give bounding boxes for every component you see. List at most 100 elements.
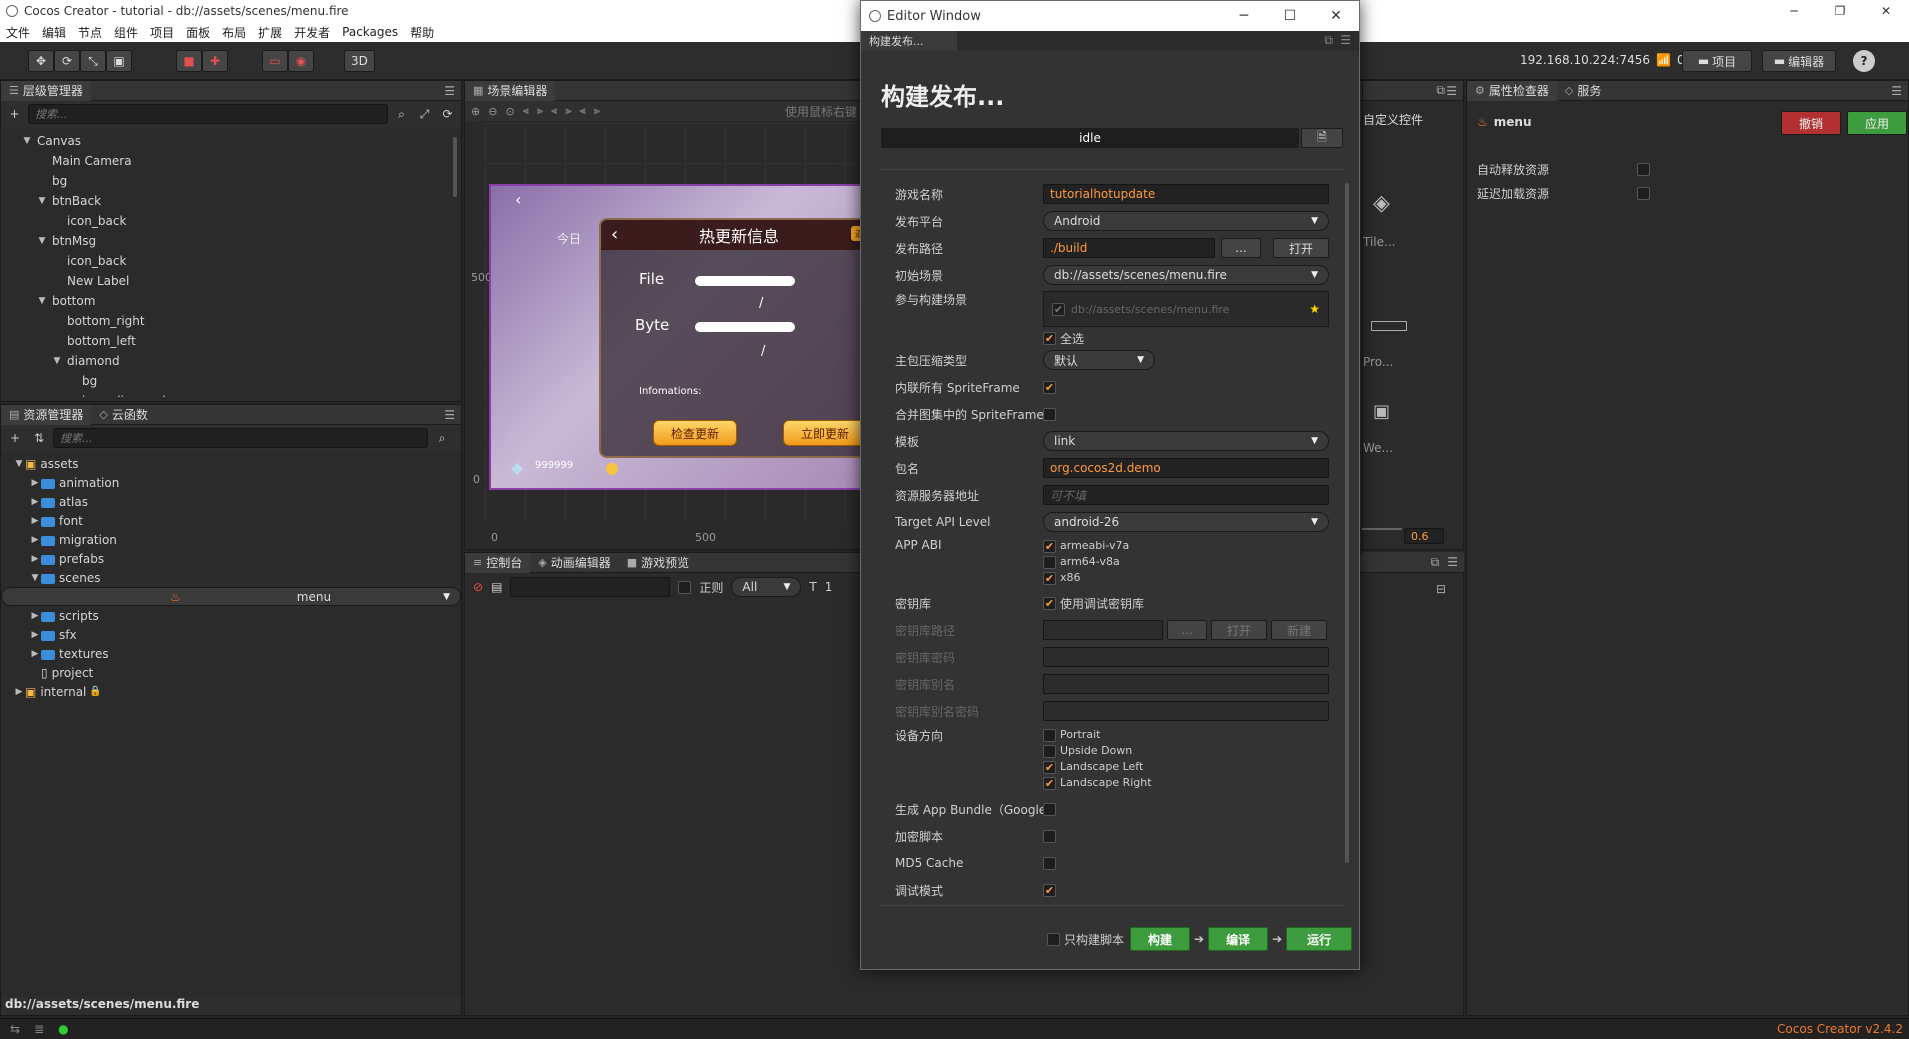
regex-checkbox[interactable] (678, 580, 692, 594)
expand-arrow-icon[interactable]: ▶ (29, 530, 41, 550)
expand-arrow-icon[interactable]: ▼ (36, 291, 48, 311)
hierarchy-node[interactable]: bg (1, 171, 461, 191)
panel-menu-icon[interactable]: ☰ (1447, 555, 1458, 569)
open-project-button[interactable]: ▬ 项目 (1682, 50, 1752, 72)
align-center-icon[interactable]: ⫸ (537, 104, 543, 118)
hierarchy-node[interactable]: bottom_right (1, 311, 461, 331)
move-tool-button[interactable]: ✥ (28, 50, 54, 72)
panel-menu-icon[interactable]: ☰ (444, 408, 455, 422)
expand-arrow-icon[interactable]: ▶ (29, 549, 41, 569)
console-filter-input[interactable] (510, 577, 671, 597)
asset-item[interactable]: ▯ project (1, 663, 461, 682)
maximize-icon[interactable]: ☐ (1267, 8, 1313, 24)
hierarchy-node[interactable]: ▼ bottom (1, 291, 461, 311)
refresh-icon[interactable]: ⟳ (438, 104, 457, 124)
slider-value[interactable]: 0.6 (1404, 528, 1444, 544)
hierarchy-scrollbar[interactable] (453, 137, 457, 197)
rect-tool-button[interactable]: ▣ (106, 50, 132, 72)
minimize-icon[interactable]: ─ (1771, 4, 1817, 18)
menu-item[interactable]: 帮助 (410, 24, 434, 41)
console-collapse-icon[interactable]: ⊟ (1436, 582, 1446, 596)
hierarchy-node[interactable]: bottom_left (1, 331, 461, 351)
tab-console[interactable]: ≡ 控制台 (465, 552, 531, 573)
pivot-toggle-button[interactable]: ■ (176, 50, 202, 72)
canvas-back-icon[interactable]: ‹ (515, 190, 521, 209)
expand-arrow-icon[interactable]: ▶ (29, 625, 41, 645)
asset-item[interactable]: ▶ textures (1, 644, 461, 663)
hierarchy-search-input[interactable]: 搜索... (28, 104, 388, 124)
panel-menu-icon[interactable]: ☰ (1446, 84, 1457, 98)
abi-checkbox[interactable] (1043, 571, 1056, 585)
asset-item[interactable]: ▶ migration (1, 530, 461, 549)
align-right-icon[interactable]: ⫷ (551, 104, 557, 118)
menu-item[interactable]: 节点 (78, 24, 102, 41)
build-button[interactable]: 构建 (1130, 927, 1191, 951)
restore-icon[interactable]: ❐ (1817, 4, 1863, 18)
start-scene-select[interactable]: db://assets/scenes/menu.fire (1043, 265, 1329, 285)
run-button[interactable]: 运行 (1286, 927, 1353, 951)
minimize-icon[interactable]: ─ (1221, 8, 1267, 24)
app-bundle-checkbox[interactable] (1043, 802, 1056, 816)
menu-item[interactable]: 扩展 (258, 24, 282, 41)
dialog-back-icon[interactable]: ‹ (611, 224, 618, 245)
search-icon[interactable]: ⌕ (392, 104, 411, 124)
expand-arrow-icon[interactable]: ▶ (29, 473, 41, 493)
game-canvas[interactable]: ‹ 今日 ‹ 热更新信息 返回 File / Byte / Infomation… (489, 184, 865, 490)
help-icon[interactable]: ? (1853, 50, 1875, 72)
expand-arrow-icon[interactable]: ▶ (29, 606, 41, 626)
asset-item[interactable]: ♨ menu (1, 587, 461, 606)
zoom-out-icon[interactable]: ⊖ (488, 105, 497, 118)
hierarchy-node[interactable]: ▼ btnMsg (1, 231, 461, 251)
orientation-checkbox[interactable] (1043, 744, 1056, 758)
menu-item[interactable]: 面板 (186, 24, 210, 41)
platform-select[interactable]: Android (1043, 211, 1329, 231)
debug-mode-checkbox[interactable] (1043, 883, 1056, 897)
expand-arrow-icon[interactable]: ▼ (21, 131, 33, 151)
revert-button[interactable]: 撤销 (1781, 111, 1841, 135)
menu-item[interactable]: 编辑 (42, 24, 66, 41)
locate-icon[interactable]: ⤢ (415, 104, 434, 124)
panel-menu-icon[interactable]: ☰ (1891, 84, 1902, 98)
align-top-icon[interactable]: ⫸ (565, 104, 571, 118)
build-path-input[interactable]: ./build (1043, 238, 1215, 258)
abi-checkbox[interactable] (1043, 555, 1056, 569)
sync-icon[interactable]: ⇆ (10, 1022, 20, 1036)
add-asset-icon[interactable]: + (5, 428, 25, 448)
web-widget-icon[interactable]: ▣ (1373, 401, 1390, 422)
asset-item[interactable]: ▶ sfx (1, 625, 461, 644)
open-editor-button[interactable]: ▬ 编辑器 (1762, 50, 1836, 72)
hierarchy-node[interactable]: ▼ btnBack (1, 191, 461, 211)
tab-game-preview[interactable]: ■ 游戏预览 (619, 553, 697, 573)
update-now-button[interactable]: 立即更新 (783, 420, 863, 446)
align-middle-icon[interactable]: ⫷ (580, 104, 586, 118)
add-node-icon[interactable]: + (5, 104, 24, 124)
inline-spriteframe-checkbox[interactable] (1043, 380, 1056, 394)
package-input[interactable]: org.cocos2d.demo (1043, 458, 1329, 478)
zoom-reset-icon[interactable]: ⊙ (505, 105, 514, 118)
asset-item[interactable]: ▼ scenes (1, 568, 461, 587)
hierarchy-node[interactable]: ▼ Canvas (1, 131, 461, 151)
menu-item[interactable]: 项目 (150, 24, 174, 41)
log-level-select[interactable]: All (731, 577, 802, 597)
server-input[interactable]: 可不填 (1043, 485, 1329, 505)
play-browser-button[interactable]: ◉ (288, 50, 314, 72)
menu-item[interactable]: 布局 (222, 24, 246, 41)
log-icon[interactable]: ≣ (34, 1022, 44, 1036)
scene-item-checkbox[interactable] (1052, 302, 1065, 316)
tab-inspector[interactable]: ⚙ 属性检查器 (1467, 80, 1557, 101)
debug-keystore-checkbox[interactable] (1043, 596, 1056, 610)
expand-arrow-icon[interactable]: ▼ (51, 351, 63, 371)
align-bottom-icon[interactable]: ⫸ (594, 104, 600, 118)
expand-arrow-icon[interactable]: ▼ (36, 191, 48, 211)
expand-arrow-icon[interactable]: ▶ (29, 644, 41, 664)
orientation-checkbox[interactable] (1043, 728, 1056, 742)
asset-item[interactable]: ▶ scripts (1, 606, 461, 625)
popout-icon[interactable]: ⧉ (1324, 33, 1333, 48)
game-name-input[interactable]: tutorialhotupdate (1043, 184, 1329, 204)
only-script-checkbox[interactable] (1047, 932, 1060, 946)
asset-item[interactable]: ▶ ▣ internal 🔒 (1, 682, 461, 701)
menu-item[interactable]: 文件 (6, 24, 30, 41)
abi-checkbox[interactable] (1043, 539, 1056, 553)
asset-item[interactable]: ▼ ▣ assets (1, 454, 461, 473)
font-size-icon[interactable]: T (809, 580, 816, 594)
